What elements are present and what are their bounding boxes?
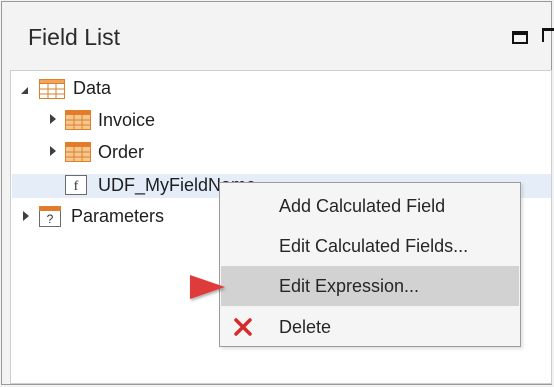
tree-node-data[interactable]: Data	[73, 75, 111, 101]
tree-node-order[interactable]: Order	[98, 139, 144, 165]
table-icon	[39, 79, 65, 99]
delete-x-icon	[234, 318, 252, 336]
parameter-icon-glyph: ?	[47, 212, 54, 226]
collapse-icon[interactable]	[21, 87, 28, 94]
expand-icon[interactable]	[23, 211, 29, 221]
expand-icon[interactable]	[50, 146, 56, 156]
menu-item-delete[interactable]: Delete	[221, 307, 519, 347]
annotation-arrow-icon	[47, 275, 225, 299]
tree-node-invoice[interactable]: Invoice	[98, 107, 155, 133]
expand-icon[interactable]	[50, 114, 56, 124]
context-menu: Add Calculated Field Edit Calculated Fie…	[219, 182, 521, 347]
menu-item-edit-calculated-fields[interactable]: Edit Calculated Fields...	[221, 226, 519, 266]
restore-icon[interactable]	[542, 28, 554, 42]
tree-node-parameters[interactable]: Parameters	[71, 203, 164, 229]
maximize-icon[interactable]	[512, 31, 528, 44]
field-icon-glyph: f	[74, 179, 79, 194]
field-icon: f	[65, 175, 87, 195]
menu-item-edit-expression[interactable]: Edit Expression...	[221, 266, 519, 306]
parameter-icon: ?	[39, 206, 61, 227]
panel-title: Field List	[28, 24, 121, 50]
menu-item-add-calculated-field[interactable]: Add Calculated Field	[221, 186, 519, 226]
table-icon	[65, 142, 91, 162]
table-icon	[65, 110, 91, 130]
